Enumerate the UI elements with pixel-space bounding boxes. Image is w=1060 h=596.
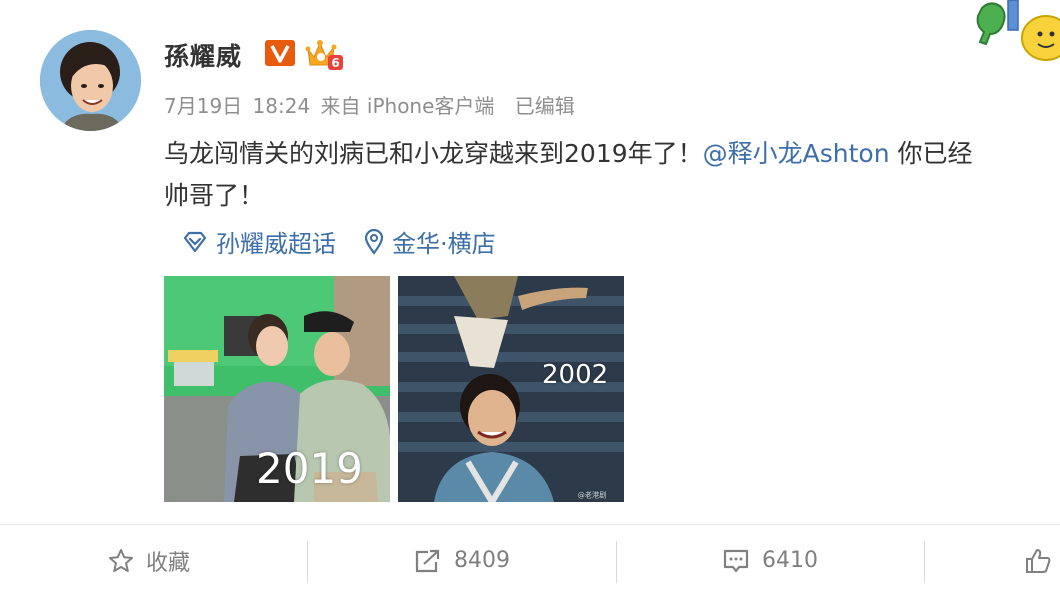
supertopic-label: 孙耀威超话 [216,230,336,258]
repost-count: 8409 [454,548,510,573]
verified-v-icon [264,39,296,67]
photo-watermark: @老港剧 [577,491,607,500]
action-separator [924,541,925,583]
favorite-button[interactable]: 收藏 [108,525,190,596]
post-meta: 7月19日 18:24 来自 iPhone客户端 已编辑 [164,90,579,119]
thumbs-up-icon [1026,548,1051,573]
author-avatar[interactable] [40,30,141,131]
comment-icon [723,549,749,572]
location-link[interactable]: 金华·横店 [364,224,496,259]
star-icon [109,548,133,572]
action-bar: 收藏 8409 6410 [0,525,1060,596]
post-photo-2002[interactable]: 2002 @老港剧 [398,276,624,502]
favorite-label: 收藏 [146,550,191,576]
location-label: 金华·横店 [392,230,496,258]
like-button[interactable] [1024,525,1060,596]
photo-year-label: 2019 [256,444,363,493]
vip-crown-icon[interactable]: 6 [304,39,344,71]
post-time[interactable]: 18:24 [253,94,311,118]
edited-label[interactable]: 已编辑 [515,94,575,118]
post-source: 来自 iPhone客户端 [320,94,495,118]
author-name[interactable]: 孫耀威 [164,37,242,73]
supertopic-link[interactable]: 孙耀威超话 [182,224,336,259]
comment-count: 6410 [762,548,818,573]
post-text: 乌龙闯情关的刘病已和小龙穿越来到2019年了！@释小龙Ashton 你已经 帅哥… [164,133,1060,217]
repost-button[interactable]: 8409 [414,525,510,596]
post-photo-2019[interactable]: 2019 [164,276,390,502]
post-date[interactable]: 7月19日 [164,94,242,118]
post-text-line-2: 帅哥了！ [164,181,265,210]
user-mention-link[interactable]: @释小龙Ashton [703,139,890,168]
supertopic-diamond-icon [183,231,207,252]
comment-button[interactable]: 6410 [722,525,818,596]
action-separator [616,541,617,583]
vip-level: 6 [331,56,339,70]
tag-row: 孙耀威超话 金华·横店 [182,224,524,259]
cartoon-sticker-icon [972,0,1060,64]
photo-year-label: 2002 [542,360,609,390]
repost-icon [415,549,440,572]
location-pin-icon [364,228,384,255]
post-text-line-1: 乌龙闯情关的刘病已和小龙穿越来到2019年了！@释小龙Ashton 你已经 [164,139,973,168]
action-separator [307,541,308,583]
